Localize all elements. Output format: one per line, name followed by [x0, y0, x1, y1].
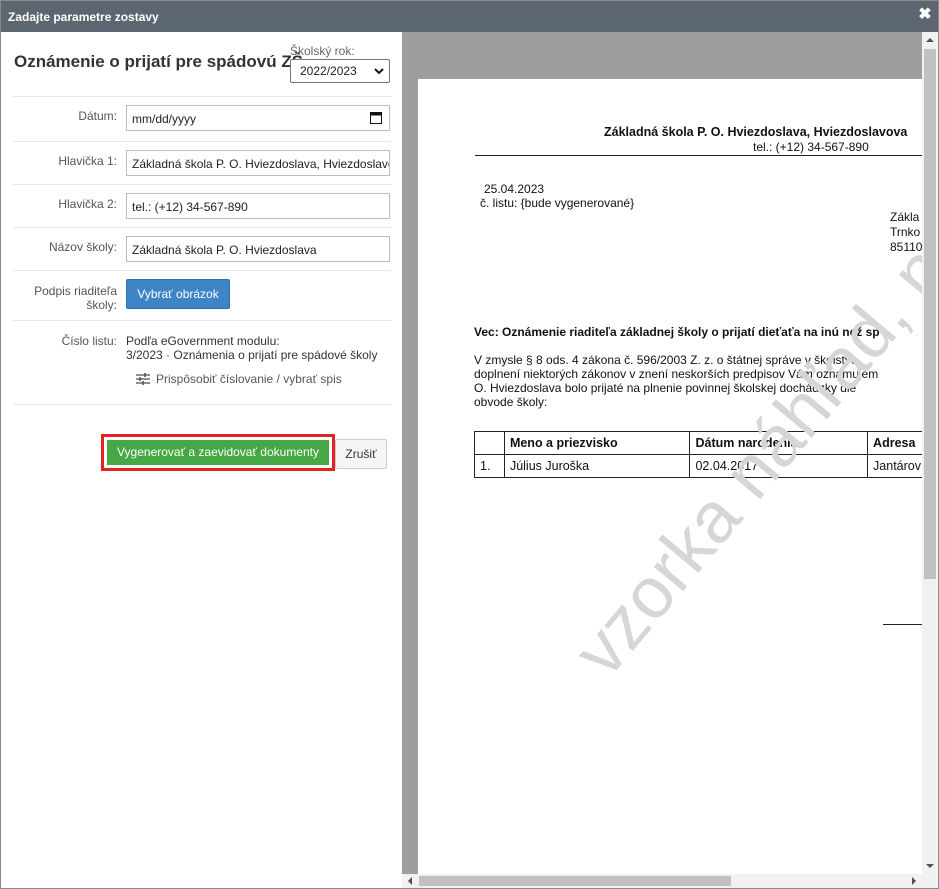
- preview-cislo: č. listu: {bude vygenerované}: [480, 196, 635, 210]
- horizontal-scrollbar[interactable]: [402, 874, 938, 888]
- hlavicka1-input[interactable]: Základná škola P. O. Hviezdoslava, Hviez…: [126, 150, 390, 176]
- chevron-down-icon: [374, 68, 384, 75]
- parameters-form: Oznámenie o prijatí pre spádovú ZŠ Škols…: [5, 32, 402, 888]
- table-cell: 1.: [474, 454, 505, 478]
- table-header-row: Meno a priezvisko Dátum narodenia Adresa: [474, 431, 938, 455]
- cislo-label: Číslo listu:: [61, 334, 117, 348]
- scroll-up-icon[interactable]: [922, 32, 938, 48]
- form-title: Oznámenie o prijatí pre spádovú ZŠ: [14, 52, 304, 71]
- scroll-down-icon[interactable]: [922, 858, 938, 874]
- podpis-label-line1: Podpis riaditeľa: [34, 284, 117, 298]
- preview-date: 25.04.2023: [484, 182, 545, 196]
- divider: [13, 184, 391, 185]
- nazov-label: Názov školy:: [48, 240, 117, 254]
- preview-page: Základná škola P. O. Hviezdoslava, Hviez…: [418, 79, 938, 879]
- datum-input[interactable]: mm/dd/yyyy: [126, 105, 390, 131]
- vertical-scroll-thumb[interactable]: [924, 49, 936, 579]
- report-parameters-dialog: Zadajte parametre zostavy ✖ Oznámenie o …: [0, 0, 939, 889]
- preview-tel: tel.: (+12) 34-567-890: [753, 140, 869, 154]
- divider: [13, 227, 391, 228]
- table-cell: Július Juroška: [503, 454, 691, 478]
- school-year-select[interactable]: 2022/2023: [290, 59, 390, 83]
- divider: [13, 404, 391, 405]
- hlavicka2-label: Hlavička 2:: [58, 197, 117, 211]
- hlavicka1-label: Hlavička 1:: [58, 154, 117, 168]
- school-year-label: Školský rok:: [290, 44, 355, 58]
- divider: [13, 270, 391, 271]
- scroll-left-icon[interactable]: [402, 874, 418, 888]
- table-header: Meno a priezvisko: [503, 431, 691, 455]
- school-year-value: 2022/2023: [300, 64, 357, 78]
- hlavicka2-value: tel.: (+12) 34-567-890: [132, 200, 248, 214]
- document-preview[interactable]: Základná škola P. O. Hviezdoslava, Hviez…: [402, 32, 938, 888]
- choose-image-button[interactable]: Vybrať obrázok: [126, 279, 230, 309]
- hlavicka1-value: Základná škola P. O. Hviezdoslava, Hviez…: [132, 157, 390, 171]
- vertical-scrollbar[interactable]: [922, 32, 938, 874]
- datum-label: Dátum:: [78, 109, 117, 123]
- divider: [13, 96, 391, 97]
- cislo-line2: 3/2023 · Oznámenia o prijatí pre spádové…: [126, 348, 378, 362]
- preview-body-line: obvode školy:: [474, 395, 548, 409]
- calendar-icon[interactable]: [370, 111, 382, 124]
- divider: [13, 320, 391, 321]
- scroll-right-icon[interactable]: [906, 874, 922, 888]
- podpis-label-line2: školy:: [86, 298, 117, 312]
- cislo-line1: Podľa eGovernment modulu:: [126, 334, 280, 348]
- sliders-icon: [136, 373, 150, 385]
- nazov-input[interactable]: Základná škola P. O. Hviezdoslava: [126, 236, 390, 262]
- dialog-title: Zadajte parametre zostavy: [8, 10, 159, 24]
- table-header: [474, 431, 505, 455]
- adjust-numbering-label: Prispôsobiť číslovanie / vybrať spis: [156, 372, 342, 386]
- dialog-titlebar: Zadajte parametre zostavy ✖: [1, 1, 938, 32]
- adjust-numbering-link[interactable]: Prispôsobiť číslovanie / vybrať spis: [136, 372, 342, 386]
- generate-button-highlight: Vygenerovať a zaevidovať dokumenty: [101, 434, 335, 471]
- preview-header: Základná škola P. O. Hviezdoslava, Hviez…: [604, 125, 908, 139]
- divider: [13, 141, 391, 142]
- datum-value: mm/dd/yyyy: [132, 112, 197, 126]
- hlavicka2-input[interactable]: tel.: (+12) 34-567-890: [126, 193, 390, 219]
- preview-divider: [475, 155, 938, 156]
- horizontal-scroll-thumb[interactable]: [419, 876, 731, 886]
- generate-button[interactable]: Vygenerovať a zaevidovať dokumenty: [107, 440, 329, 465]
- nazov-value: Základná škola P. O. Hviezdoslava: [132, 243, 317, 257]
- cancel-button[interactable]: Zrušiť: [335, 439, 387, 469]
- close-icon[interactable]: ✖: [918, 6, 932, 24]
- podpis-label: Podpis riaditeľa školy:: [34, 284, 117, 312]
